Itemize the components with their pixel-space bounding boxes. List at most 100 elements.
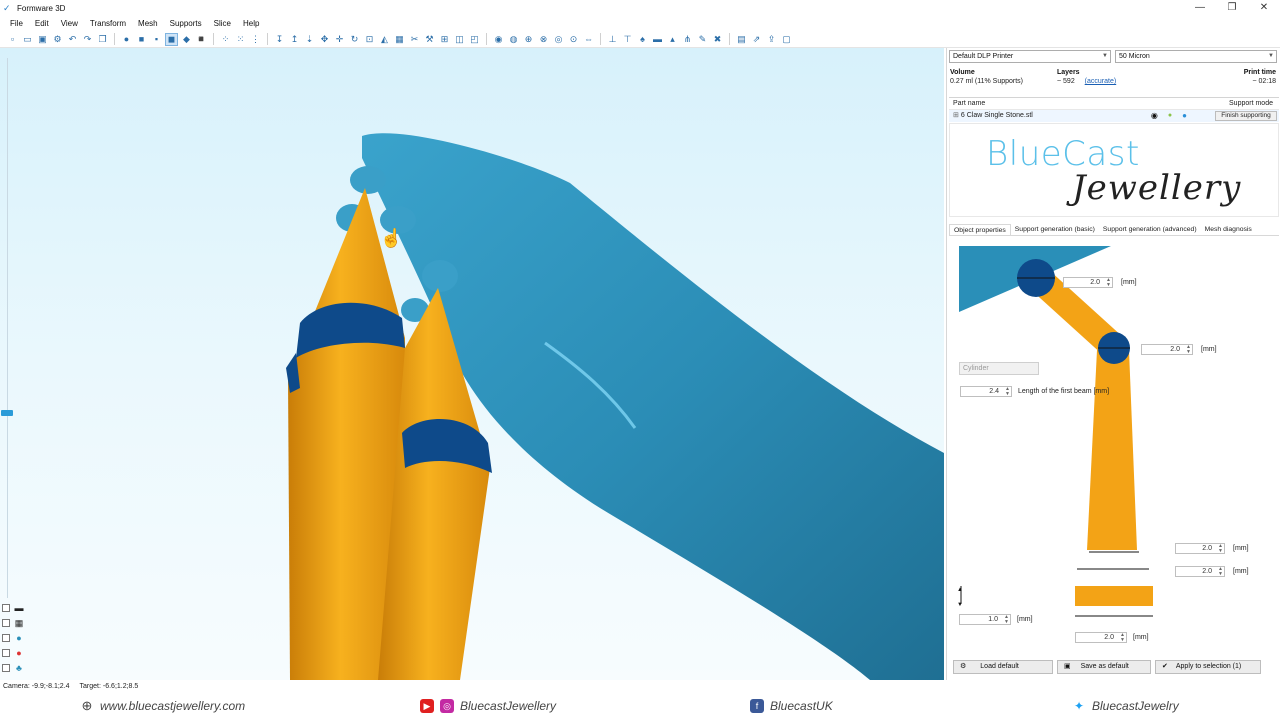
first-beam-input[interactable]: 2.4 ▲ ▼ <box>960 386 1012 397</box>
support-tip-icon[interactable]: ▴ <box>666 33 679 46</box>
select-points-icon[interactable]: ⋮ <box>249 33 262 46</box>
spinner-icon[interactable]: ▲ ▼ <box>1218 567 1223 577</box>
cube-front-icon[interactable]: ■ <box>135 33 148 46</box>
slice-icon[interactable]: ▤ <box>735 33 748 46</box>
3d-viewport[interactable]: ☝ <box>0 48 944 680</box>
view-sphere-icon[interactable]: ◍ <box>507 33 520 46</box>
redo-icon[interactable]: ↷ <box>81 33 94 46</box>
shape-select[interactable]: Cylinder <box>959 362 1039 375</box>
spinner-icon[interactable]: ▲ ▼ <box>1120 633 1125 643</box>
menu-mesh[interactable]: Mesh <box>132 19 164 28</box>
support-edit-icon[interactable]: ✎ <box>696 33 709 46</box>
spinner-icon[interactable]: ▲ ▼ <box>1004 615 1009 625</box>
toggle-checkbox[interactable] <box>2 603 10 612</box>
view-zoom-icon[interactable]: ⇔ <box>582 33 595 46</box>
support-base-icon[interactable]: ▬ <box>651 33 664 46</box>
mirror-icon[interactable]: ◭ <box>378 33 391 46</box>
info-icon[interactable]: ● <box>1168 110 1172 122</box>
tab-support-basic[interactable]: Support generation (basic) <box>1011 224 1099 235</box>
minimize-button[interactable]: — <box>1184 0 1216 16</box>
menu-transform[interactable]: Transform <box>84 19 132 28</box>
lift-icon[interactable]: ↥ <box>288 33 301 46</box>
close-button[interactable]: ✕ <box>1248 0 1280 16</box>
spinner-icon[interactable]: ▲ ▼ <box>1186 345 1191 355</box>
eye-icon[interactable]: ◉ <box>1151 110 1158 122</box>
spinner-icon[interactable]: ▲ ▼ <box>1005 387 1010 397</box>
view-cube-icon[interactable]: ⊗ <box>537 33 550 46</box>
cube-bottom-icon[interactable]: ◾ <box>195 33 208 46</box>
move-points-icon[interactable]: ⁘ <box>219 33 232 46</box>
save-icon[interactable]: ▣ <box>36 33 49 46</box>
base-height-input[interactable]: 1.0 ▲ ▼ <box>959 614 1011 625</box>
open-icon[interactable]: ▭ <box>21 33 34 46</box>
accurate-link[interactable]: (accurate) <box>1085 78 1117 85</box>
support-delete-icon[interactable]: ✖ <box>711 33 724 46</box>
toggle-checkbox[interactable] <box>2 663 10 672</box>
model-render[interactable]: ☝ <box>0 48 944 680</box>
menu-help[interactable]: Help <box>237 19 265 28</box>
base-width-input[interactable]: 2.0 ▲ ▼ <box>1075 632 1127 643</box>
base-diameter-a-input[interactable]: 2.0 ▲ ▼ <box>1175 543 1225 554</box>
apply-selection-button[interactable]: ✔ Apply to selection (1) <box>1155 660 1261 674</box>
menu-edit[interactable]: Edit <box>29 19 55 28</box>
layer-slider[interactable] <box>0 48 14 680</box>
new-icon[interactable]: ▫ <box>6 33 19 46</box>
menu-file[interactable]: File <box>4 19 29 28</box>
drop-icon[interactable]: ↧ <box>273 33 286 46</box>
view-ring-icon[interactable]: ◎ <box>552 33 565 46</box>
table-row[interactable]: ⊞ 6 Claw Single Stone.stl ◉ ● ● Finish s… <box>949 110 1279 122</box>
frame-icon[interactable]: ▢ <box>780 33 793 46</box>
toggle-checkbox[interactable] <box>2 618 10 627</box>
export-icon[interactable]: ⇗ <box>750 33 763 46</box>
copy-icon[interactable]: ❐ <box>96 33 109 46</box>
menu-view[interactable]: View <box>55 19 84 28</box>
slider-handle[interactable] <box>1 410 13 416</box>
spinner-icon[interactable]: ▲ ▼ <box>1218 544 1223 554</box>
view-point-icon[interactable]: ◉ <box>492 33 505 46</box>
resolution-select[interactable]: 50 Micron ▼ <box>1115 50 1277 63</box>
drop-all-icon[interactable]: ⇣ <box>303 33 316 46</box>
scale-points-icon[interactable]: ⁙ <box>234 33 247 46</box>
move-icon[interactable]: ✥ <box>318 33 331 46</box>
cube-iso-icon[interactable]: ◆ <box>180 33 193 46</box>
rotate-icon[interactable]: ↻ <box>348 33 361 46</box>
fit-icon[interactable]: ⊡ <box>363 33 376 46</box>
expand-icon[interactable]: ⊞ <box>949 110 959 122</box>
support-branch-icon[interactable]: ⋔ <box>681 33 694 46</box>
toggle-checkbox[interactable] <box>2 648 10 657</box>
undo-icon[interactable]: ↶ <box>66 33 79 46</box>
tab-mesh-diagnosis[interactable]: Mesh diagnosis <box>1201 224 1256 235</box>
save-default-button[interactable]: ▣ Save as default <box>1057 660 1151 674</box>
sphere-icon[interactable]: ● <box>120 33 133 46</box>
cut-icon[interactable]: ✂ <box>408 33 421 46</box>
finish-supporting-button[interactable]: Finish supporting <box>1215 111 1277 121</box>
toggle-checkbox[interactable] <box>2 633 10 642</box>
lower-diameter-input[interactable]: 2.0 ▲ ▼ <box>1141 344 1193 355</box>
settings-icon[interactable]: ⚙ <box>51 33 64 46</box>
printer-select[interactable]: Default DLP Printer ▼ <box>949 50 1111 63</box>
tip-diameter-input[interactable]: 2.0 ▲ ▼ <box>1063 277 1113 288</box>
color-dot-icon[interactable]: ● <box>1182 110 1187 122</box>
shell-icon[interactable]: ◰ <box>468 33 481 46</box>
support-beam-icon[interactable]: ⊤ <box>621 33 634 46</box>
repair-icon[interactable]: ⚒ <box>423 33 436 46</box>
support-tree-icon[interactable]: ♠ <box>636 33 649 46</box>
arrange-icon[interactable]: ⊞ <box>438 33 451 46</box>
spinner-icon[interactable]: ▲ ▼ <box>1106 278 1111 288</box>
restore-button[interactable]: ❐ <box>1216 0 1248 16</box>
view-axis-icon[interactable]: ⊕ <box>522 33 535 46</box>
grid-icon[interactable]: ▦ <box>393 33 406 46</box>
tab-object-properties[interactable]: Object properties <box>949 224 1011 235</box>
tab-support-advanced[interactable]: Support generation (advanced) <box>1099 224 1201 235</box>
support-auto-icon[interactable]: ⊥ <box>606 33 619 46</box>
cube-side-icon[interactable]: ▪ <box>150 33 163 46</box>
cube-top-icon[interactable]: ◼ <box>165 32 178 46</box>
load-default-button[interactable]: ⚙ Load default <box>953 660 1053 674</box>
translate-icon[interactable]: ✛ <box>333 33 346 46</box>
view-target-icon[interactable]: ⊙ <box>567 33 580 46</box>
base-diameter-b-input[interactable]: 2.0 ▲ ▼ <box>1175 566 1225 577</box>
upload-icon[interactable]: ⇪ <box>765 33 778 46</box>
hollow-icon[interactable]: ◫ <box>453 33 466 46</box>
menu-slice[interactable]: Slice <box>208 19 237 28</box>
menu-supports[interactable]: Supports <box>164 19 208 28</box>
